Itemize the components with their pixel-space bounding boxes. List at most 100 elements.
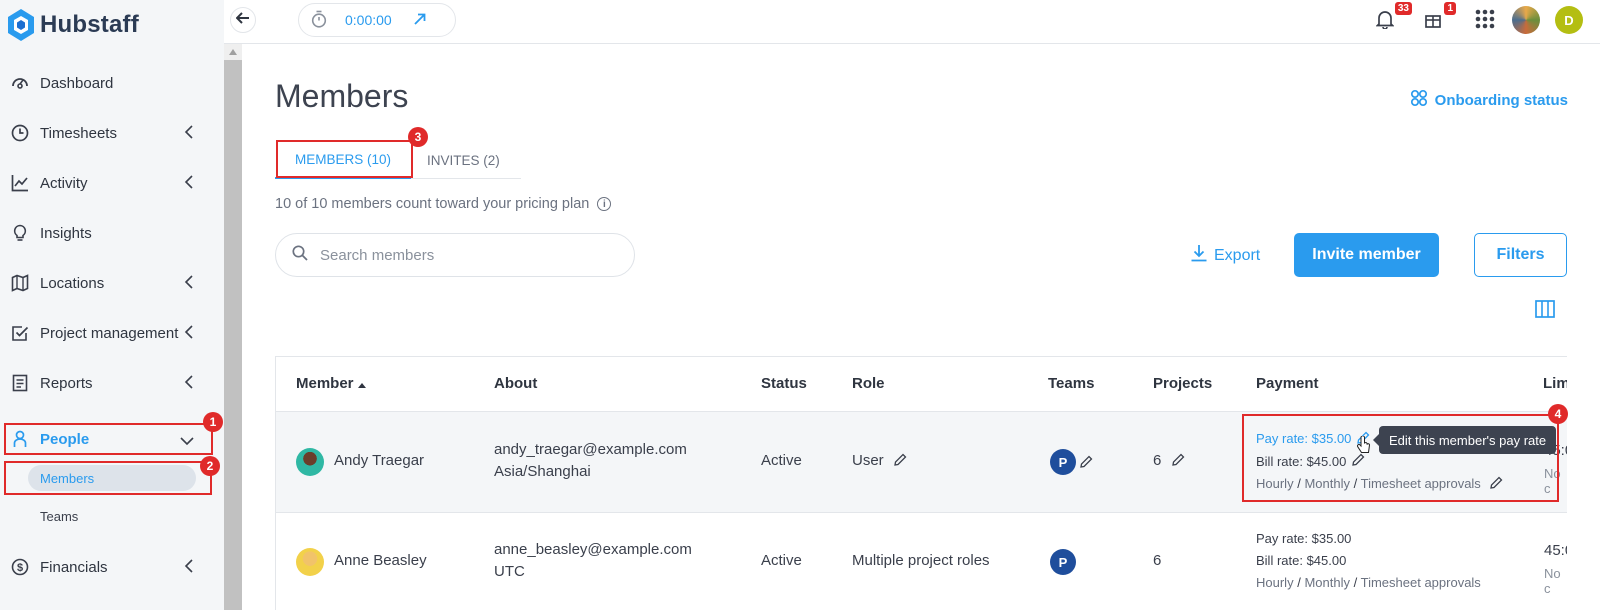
sidebar-scrollbar[interactable] [224, 60, 242, 610]
chevron-left-icon [184, 125, 194, 143]
sidebar-item-label: Timesheets [40, 124, 117, 142]
member-name[interactable]: Andy Traegar [334, 452, 424, 469]
column-header-member[interactable]: Member [296, 375, 366, 392]
collapse-sidebar-button[interactable] [230, 7, 256, 33]
notifications-button[interactable]: 33 [1372, 2, 1412, 34]
open-timer-arrow-icon[interactable] [414, 12, 426, 28]
bell-icon [1375, 9, 1395, 34]
pay-mode: Monthly [1304, 575, 1350, 590]
member-projects[interactable]: 6 [1153, 452, 1185, 470]
sidebar-item-label: Locations [40, 274, 105, 292]
pay-rate-tooltip: Edit this member's pay rate [1372, 426, 1557, 454]
sidebar-subitem-teams[interactable]: Teams [28, 503, 196, 529]
separator: / [1353, 575, 1358, 590]
export-label: Export [1214, 246, 1261, 264]
column-header-projects: Projects [1153, 375, 1213, 392]
apps-grid-button[interactable] [1472, 8, 1498, 34]
annotation-box-members [4, 461, 212, 495]
svg-text:$: $ [17, 562, 23, 574]
member-status: Active [761, 552, 802, 569]
chevron-left-icon [184, 559, 194, 577]
column-header-role: Role [852, 375, 885, 392]
hubstaff-logo-icon [8, 9, 34, 41]
activity-chart-icon [10, 173, 30, 193]
search-box[interactable] [275, 233, 635, 277]
column-header-label: Member [296, 375, 354, 392]
filters-button[interactable]: Filters [1474, 233, 1567, 277]
people-group-icon [1409, 88, 1435, 112]
tab-invites[interactable]: INVITES (2) [427, 141, 500, 179]
sidebar-item-project-management[interactable]: Project management [0, 314, 212, 352]
member-name[interactable]: Anne Beasley [334, 552, 427, 569]
team-badge[interactable]: P [1050, 549, 1076, 575]
sidebar-item-timesheets[interactable]: Timesheets [0, 114, 212, 152]
sort-ascending-icon [357, 375, 366, 392]
annotation-box-members-tab [276, 140, 413, 178]
column-settings-icon[interactable] [1535, 300, 1555, 323]
annotation-badge: 3 [408, 127, 428, 147]
chevron-left-icon [184, 375, 194, 393]
column-header-limits: Lim [1543, 375, 1567, 392]
organization-avatar[interactable] [1512, 6, 1540, 34]
search-input[interactable] [320, 246, 600, 264]
sidebar-item-label: Dashboard [40, 74, 114, 92]
timer-widget[interactable]: 0:00:00 [298, 3, 456, 37]
dollar-icon: $ [10, 557, 30, 577]
gifts-button[interactable]: 1 [1420, 2, 1456, 34]
timer-value: 0:00:00 [345, 12, 392, 28]
limit-note: No c [1544, 566, 1561, 596]
sidebar-item-dashboard[interactable]: Dashboard [0, 64, 212, 102]
sidebar-item-financials[interactable]: $ Financials [0, 548, 212, 586]
arrow-left-icon [235, 11, 250, 29]
pay-modes-line[interactable]: Hourly / Monthly / Timesheet approvals [1256, 572, 1481, 594]
bill-rate[interactable]: Bill rate: $45.00 [1256, 550, 1481, 572]
report-icon [10, 373, 30, 393]
column-header-about: About [494, 375, 538, 392]
pay-mode: Hourly [1256, 575, 1294, 590]
stopwatch-icon [311, 10, 327, 31]
notifications-count-badge: 33 [1394, 2, 1412, 15]
dashboard-icon [10, 73, 30, 93]
lightbulb-icon [10, 223, 30, 243]
clock-icon [10, 123, 30, 143]
sidebar-item-reports[interactable]: Reports [0, 364, 212, 402]
payment-cell: Pay rate: $35.00 Bill rate: $45.00 Hourl… [1256, 528, 1481, 594]
download-icon [1190, 244, 1214, 267]
edit-pencil-icon[interactable] [1171, 453, 1185, 470]
hubstaff-logo[interactable]: Hubstaff [6, 8, 139, 42]
edit-pencil-icon[interactable] [1080, 455, 1093, 473]
pay-rate[interactable]: Pay rate: $35.00 [1256, 528, 1481, 550]
sidebar-item-insights[interactable]: Insights [0, 214, 212, 252]
projects-count: 6 [1153, 452, 1162, 469]
sidebar-item-label: Insights [40, 224, 92, 242]
member-role[interactable]: Multiple project roles [852, 552, 990, 569]
sidebar: Hubstaff Dashboard Timesheets Activity I… [0, 0, 224, 610]
member-role[interactable]: User [852, 452, 907, 470]
role-label: User [852, 452, 884, 469]
onboarding-status-link[interactable]: Onboarding status [1409, 88, 1568, 112]
projects-count[interactable]: 6 [1153, 552, 1161, 569]
page-title: Members [275, 78, 409, 114]
member-email: anne_beasley@example.com [494, 541, 692, 558]
member-status: Active [761, 452, 802, 469]
column-header-status: Status [761, 375, 807, 392]
invite-member-button[interactable]: Invite member [1294, 233, 1439, 277]
chevron-left-icon [184, 325, 194, 343]
sidebar-item-label: Project management [40, 324, 179, 342]
annotation-badge: 4 [1548, 404, 1568, 424]
team-badge[interactable]: P [1050, 449, 1076, 475]
annotation-badge: 2 [200, 456, 220, 476]
user-avatar[interactable]: D [1555, 6, 1583, 34]
map-icon [10, 273, 30, 293]
export-button[interactable]: Export [1190, 244, 1260, 267]
info-icon[interactable]: i [597, 197, 612, 211]
annotation-badge: 1 [203, 412, 223, 432]
separator: / [1297, 575, 1301, 590]
member-avatar [296, 548, 324, 576]
table-row: Anne Beasley anne_beasley@example.com UT… [276, 512, 1567, 610]
sidebar-item-locations[interactable]: Locations [0, 264, 212, 302]
chevron-left-icon [184, 275, 194, 293]
sidebar-item-activity[interactable]: Activity [0, 164, 212, 202]
edit-pencil-icon[interactable] [894, 453, 907, 470]
scroll-up-arrow[interactable] [224, 44, 242, 60]
